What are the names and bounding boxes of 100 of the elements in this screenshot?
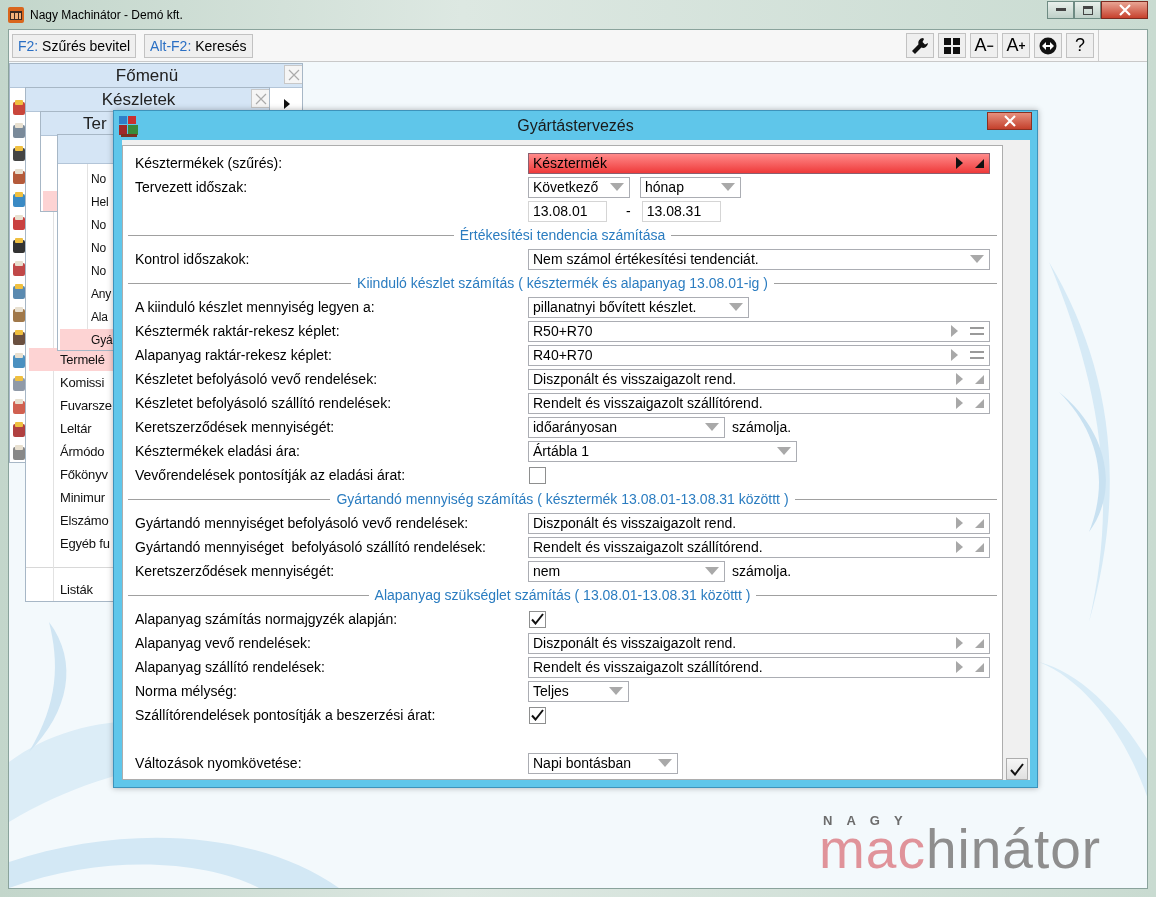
checkbox[interactable]	[529, 610, 546, 628]
dropdown-field[interactable]: időarányosan	[528, 416, 725, 438]
date-field[interactable]: 13.08.01	[528, 200, 607, 222]
menu-item[interactable]: No	[60, 214, 113, 237]
dropdown-field[interactable]: Következő	[528, 176, 630, 198]
menu-item[interactable]: Minimur	[29, 486, 113, 509]
dropdown-arrow-icon[interactable]	[610, 183, 624, 191]
check-icon	[1009, 762, 1024, 776]
close-icon	[1003, 115, 1016, 127]
layout-button[interactable]	[938, 33, 966, 58]
dialog-icon	[118, 115, 140, 137]
menu-item[interactable]: Ala	[60, 306, 113, 329]
menu-item-icon[interactable]	[12, 330, 26, 346]
dropdown-arrow-icon[interactable]	[970, 255, 984, 263]
settings-button[interactable]	[906, 33, 934, 58]
menu-item[interactable]: Ármódo	[29, 440, 113, 463]
dropdown-arrow-icon[interactable]	[721, 183, 735, 191]
section-title: Alapanyag szükséglet számítás ( 13.08.01-13.08.31 közöttt )	[374, 587, 751, 603]
checkbox[interactable]	[529, 466, 546, 484]
toolbar-button[interactable]: ?	[1066, 33, 1094, 58]
field-label: Alapanyag raktár-rekesz képlet:	[135, 347, 333, 363]
checkbox[interactable]	[529, 706, 546, 724]
formula-field[interactable]: R50+R70	[528, 320, 990, 342]
field-label: Norma mélység:	[135, 683, 238, 699]
field-label: Késztermék raktár-rekesz képlet:	[135, 323, 341, 339]
field-label: Gyártandó mennyiséget befolyásoló szállító rendelések:	[135, 539, 487, 555]
menu-item[interactable]: Listák	[29, 578, 113, 601]
app-icon	[8, 6, 24, 23]
dropdown-field[interactable]: Nem számol értékesítési tendenciát.	[528, 248, 990, 270]
menu-item[interactable]: Hel	[60, 191, 113, 214]
dropdown-field[interactable]: Teljes	[528, 680, 629, 702]
menu-item[interactable]: No	[60, 168, 113, 191]
field-label: Késztermékek eladási ára:	[135, 443, 301, 459]
menu-item[interactable]: Egyéb fu	[29, 532, 113, 555]
field-label: Késztermékek (szűrés):	[135, 155, 284, 171]
field-label: Vevőrendelések pontosítják az eladási árat:	[135, 467, 407, 483]
minimize-icon	[1055, 8, 1066, 12]
menu-item[interactable]: Elszámo	[29, 509, 113, 532]
menu-item-icon[interactable]	[12, 422, 26, 438]
dropdown-arrow-icon[interactable]	[609, 687, 623, 695]
confirm-button[interactable]	[1005, 758, 1028, 780]
dropdown-field[interactable]: hónap	[640, 176, 741, 198]
close-icon	[254, 92, 267, 105]
field-label: Készletet befolyásoló vevő rendelések:	[135, 371, 379, 387]
expand-arrow-icon[interactable]	[956, 157, 963, 169]
field-suffix: számolja.	[732, 563, 792, 579]
field-label: Alapanyag számítás normajgyzék alapján:	[135, 611, 399, 627]
menu-item[interactable]: Fuvarsze	[29, 394, 113, 417]
menu-item[interactable]: Főkönyv	[29, 463, 113, 486]
submenu-arrow-icon[interactable]	[284, 99, 290, 109]
dropdown-field[interactable]: pillanatnyi bővített készlet.	[528, 296, 749, 318]
check-icon	[531, 613, 544, 625]
field-label: Keretszerződések mennyiségét:	[135, 419, 336, 435]
menu-item[interactable]: Gyá	[60, 329, 113, 350]
field-label: Tervezett időszak:	[135, 179, 249, 195]
close-icon	[287, 68, 300, 81]
field-label: Szállítórendelések pontosítják a beszerzési árat:	[135, 707, 437, 723]
dropdown-arrow-icon[interactable]	[777, 447, 791, 455]
field-label: Keretszerződések mennyiségét:	[135, 563, 336, 579]
section-title: Kiinduló készlet számítás ( késztermék és alapanyag 13.08.01-ig )	[357, 275, 768, 291]
minimize-button[interactable]	[1047, 1, 1074, 19]
formula-field[interactable]: R40+R70	[528, 344, 990, 366]
menu-item-icon[interactable]	[12, 146, 26, 162]
close-button[interactable]	[1101, 1, 1148, 19]
refresh-button[interactable]	[1034, 33, 1062, 58]
dropdown-arrow-icon[interactable]	[705, 567, 719, 575]
maximize-icon	[1082, 5, 1093, 15]
section-title: Gyártandó mennyiség számítás ( késztermék 13.08.01-13.08.31 közöttt )	[336, 491, 789, 507]
toolbar-button[interactable]: F2: Szűrés bevitel	[12, 33, 137, 58]
menu-item[interactable]: Leltár	[29, 417, 113, 440]
menu-item[interactable]: Any	[60, 283, 113, 306]
equals-icon[interactable]	[970, 351, 984, 359]
menu-item[interactable]: No	[60, 237, 113, 260]
grid-icon	[944, 37, 960, 54]
equals-icon[interactable]	[970, 327, 984, 335]
dropdown-field[interactable]: Napi bontásban	[528, 752, 678, 774]
dropdown-arrow-icon[interactable]	[729, 303, 743, 311]
menu-item[interactable]: Komissi	[29, 371, 113, 394]
close-icon	[1118, 4, 1131, 16]
toolbar-button[interactable]: Alt-F2: Keresés	[144, 33, 253, 58]
dropdown-field[interactable]: Ártábla 1	[528, 440, 797, 462]
check-icon	[531, 709, 544, 721]
menu-item-icon[interactable]	[12, 238, 26, 254]
panel-title: Főmenü	[115, 65, 179, 86]
close-button[interactable]	[987, 112, 1032, 130]
panel-title: Készletek	[101, 89, 176, 110]
field-label: Gyártandó mennyiséget befolyásoló vevő rendelések:	[135, 515, 470, 531]
maximize-button[interactable]	[1074, 1, 1101, 19]
section-title: Értékesítési tendencia számítása	[459, 227, 666, 243]
date-separator: -	[626, 203, 631, 219]
panel-title: Ter	[83, 113, 107, 134]
date-field[interactable]: 13.08.31	[641, 200, 721, 222]
dropdown-arrow-icon[interactable]	[705, 423, 719, 431]
dropdown-arrow-icon[interactable]	[658, 759, 672, 767]
filter-field[interactable]: Késztermék	[528, 152, 990, 174]
window-title: Nagy Machinátor - Demó kft.	[30, 7, 183, 22]
corner-triangle-icon[interactable]	[975, 158, 984, 168]
dropdown-field[interactable]: nem	[528, 560, 725, 582]
field-label: Alapanyag szállító rendelések:	[135, 659, 326, 675]
menu-item[interactable]: No	[60, 260, 113, 283]
